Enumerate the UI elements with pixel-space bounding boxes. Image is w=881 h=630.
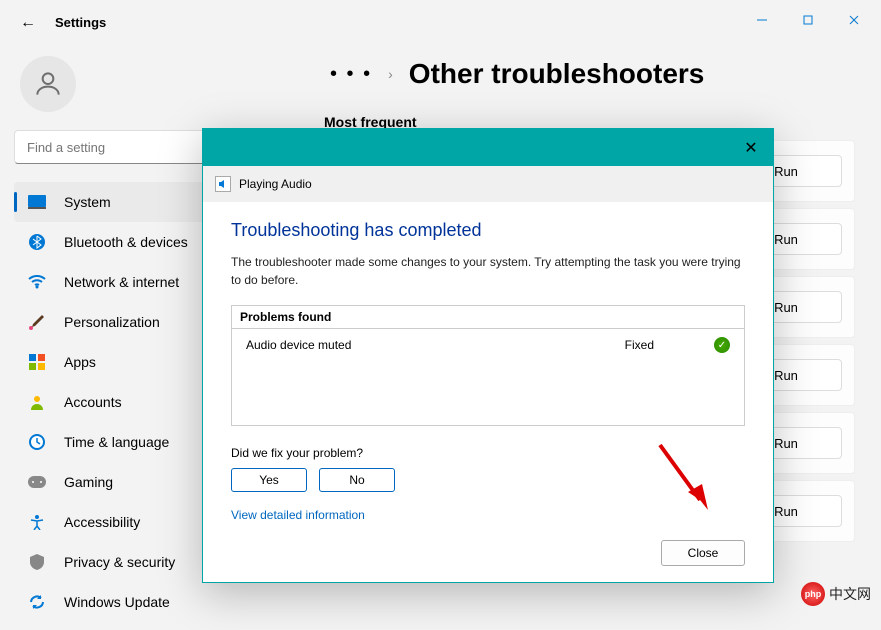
dialog-body: Troubleshooting has completed The troubl… [202, 202, 774, 583]
breadcrumb-more-icon[interactable]: • • • [330, 63, 372, 86]
maximize-button[interactable] [785, 4, 831, 36]
problem-name: Audio device muted [246, 338, 625, 352]
shield-icon [28, 553, 46, 571]
problems-header: Problems found [232, 306, 744, 329]
audio-icon [215, 176, 231, 192]
followup-text: Did we fix your problem? [231, 446, 745, 460]
view-details-link[interactable]: View detailed information [231, 508, 745, 522]
update-icon [28, 593, 46, 611]
game-icon [28, 473, 46, 491]
sidebar-item-label: Network & internet [64, 274, 179, 290]
display-icon [28, 193, 46, 211]
page-title: Other troubleshooters [409, 58, 705, 90]
sidebar-item-update[interactable]: Windows Update [14, 582, 266, 622]
brush-icon [28, 313, 46, 331]
yes-button[interactable]: Yes [231, 468, 307, 492]
troubleshooter-dialog: ✕ Playing Audio Troubleshooting has comp… [202, 128, 774, 583]
dialog-titlebar: ✕ [202, 128, 774, 166]
no-button[interactable]: No [319, 468, 395, 492]
accessibility-icon [28, 513, 46, 531]
back-icon[interactable]: ← [20, 14, 36, 32]
sidebar-item-label: Privacy & security [64, 554, 175, 570]
dialog-header: Playing Audio [202, 166, 774, 202]
window-titlebar: ← Settings [0, 0, 881, 40]
problem-row[interactable]: Audio device muted Fixed ✓ [232, 329, 744, 425]
close-icon[interactable]: ✕ [737, 138, 765, 158]
sidebar-item-label: Accessibility [64, 514, 140, 530]
chevron-right-icon: › [388, 66, 393, 82]
problem-status: Fixed [625, 338, 654, 352]
person-icon [28, 393, 46, 411]
minimize-button[interactable] [739, 4, 785, 36]
sidebar-item-label: Accounts [64, 394, 122, 410]
apps-icon [28, 353, 46, 371]
check-icon: ✓ [714, 337, 730, 353]
sidebar-item-label: Personalization [64, 314, 160, 330]
window-title: Settings [55, 15, 106, 30]
wifi-icon [28, 273, 46, 291]
user-avatar[interactable] [20, 56, 76, 112]
problems-table: Problems found Audio device muted Fixed … [231, 305, 745, 426]
sidebar-item-label: Apps [64, 354, 96, 370]
breadcrumb: • • • › Other troubleshooters [330, 58, 871, 90]
sidebar-item-label: System [64, 194, 111, 210]
bluetooth-icon [28, 233, 46, 251]
close-button[interactable]: Close [661, 540, 745, 566]
clock-icon [28, 433, 46, 451]
dialog-title: Troubleshooting has completed [231, 220, 745, 241]
dialog-message: The troubleshooter made some changes to … [231, 253, 745, 289]
sidebar-item-label: Windows Update [64, 594, 170, 610]
watermark-logo-icon: php [801, 582, 825, 606]
watermark-text: 中文网 [829, 584, 871, 604]
close-window-button[interactable] [831, 4, 877, 36]
sidebar-item-label: Gaming [64, 474, 113, 490]
watermark: php 中文网 [801, 582, 871, 606]
sidebar-item-label: Bluetooth & devices [64, 234, 188, 250]
dialog-header-text: Playing Audio [239, 177, 312, 191]
sidebar-item-label: Time & language [64, 434, 169, 450]
